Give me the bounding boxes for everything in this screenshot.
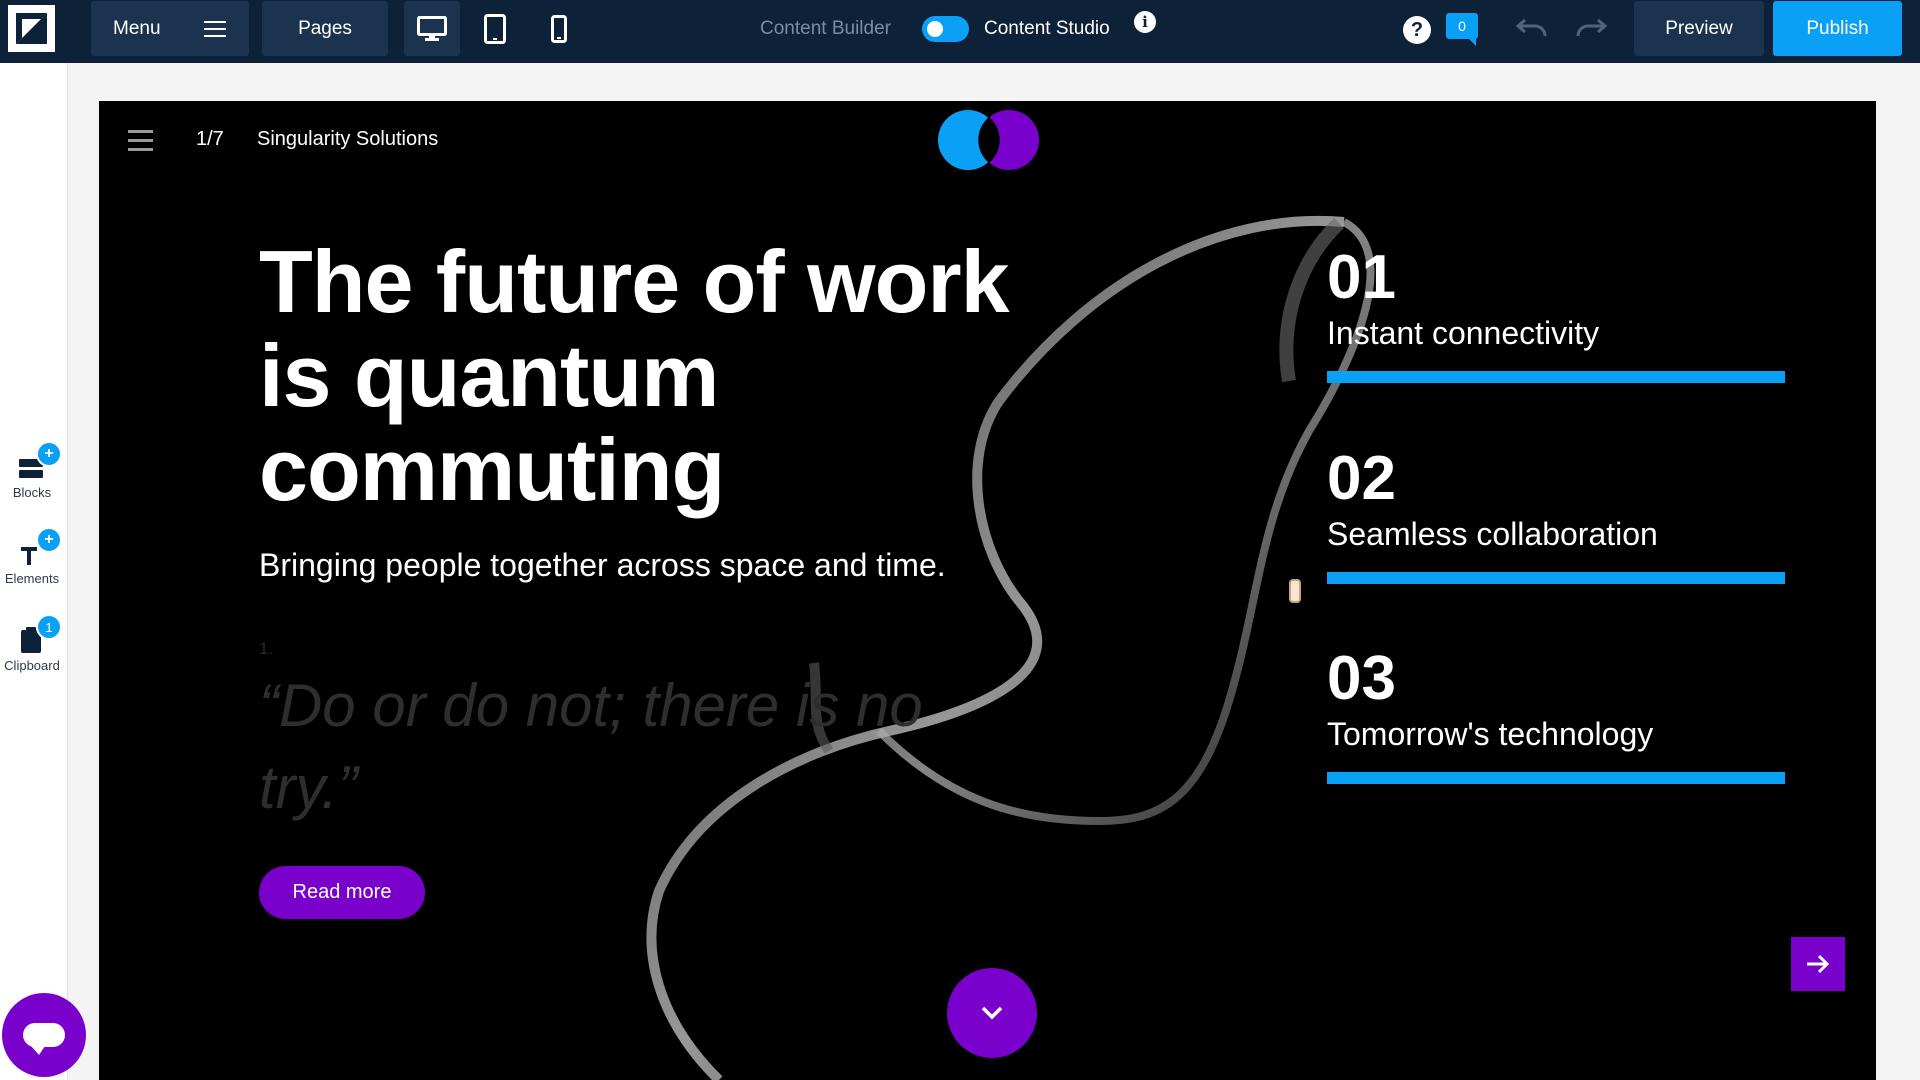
left-sidebar: + Blocks + Elements 1 Clipboard bbox=[0, 63, 68, 1080]
brand-logo-icon[interactable] bbox=[934, 109, 1044, 171]
tablet-icon bbox=[484, 13, 506, 44]
notifications-badge[interactable]: 0 bbox=[1446, 13, 1478, 46]
sidebar-item-label: Elements bbox=[4, 571, 60, 586]
app-logo-icon[interactable] bbox=[8, 5, 55, 52]
page-menu-icon[interactable] bbox=[128, 130, 153, 157]
pages-button[interactable]: Pages bbox=[262, 1, 388, 56]
mobile-icon bbox=[551, 14, 567, 43]
hero-quote[interactable]: “Do or do not; there is no try.” bbox=[259, 665, 979, 829]
hero-subheadline[interactable]: Bringing people together across space an… bbox=[259, 548, 959, 582]
content-builder-label[interactable]: Content Builder bbox=[760, 18, 891, 40]
next-slide-button[interactable] bbox=[1791, 937, 1845, 991]
content-studio-label[interactable]: Content Studio bbox=[984, 18, 1110, 40]
publish-button[interactable]: Publish bbox=[1773, 1, 1902, 56]
undo-icon[interactable] bbox=[1515, 16, 1549, 38]
redo-icon[interactable] bbox=[1574, 16, 1608, 38]
resize-handle[interactable] bbox=[1289, 579, 1301, 603]
arrow-right-icon bbox=[1807, 954, 1830, 974]
feature-number: 02 bbox=[1327, 444, 1396, 513]
feature-number: 03 bbox=[1327, 644, 1396, 713]
count-badge: 1 bbox=[36, 614, 62, 640]
read-more-button[interactable]: Read more bbox=[259, 866, 425, 919]
chevron-down-icon bbox=[981, 1006, 1003, 1020]
feature-title: Seamless collaboration bbox=[1327, 516, 1658, 552]
desktop-view-button[interactable] bbox=[404, 1, 460, 56]
feature-item[interactable]: 02 Seamless collaboration bbox=[1327, 446, 1785, 584]
desktop-icon bbox=[417, 15, 447, 41]
site-name[interactable]: Singularity Solutions bbox=[257, 128, 438, 151]
feature-number: 01 bbox=[1327, 243, 1396, 312]
sidebar-item-clipboard[interactable]: 1 Clipboard bbox=[0, 614, 64, 673]
chat-button[interactable] bbox=[2, 993, 86, 1077]
hero-headline[interactable]: The future of work is quantum commuting bbox=[259, 235, 1019, 517]
help-icon[interactable]: ? bbox=[1403, 16, 1431, 44]
feature-item[interactable]: 01 Instant connectivity bbox=[1327, 245, 1785, 383]
sidebar-item-label: Clipboard bbox=[4, 658, 60, 673]
sidebar-item-label: Blocks bbox=[12, 485, 52, 500]
add-badge: + bbox=[36, 527, 62, 553]
feature-divider bbox=[1327, 772, 1785, 784]
mode-toggle[interactable] bbox=[922, 16, 969, 42]
slide-counter: 1/7 bbox=[196, 128, 224, 150]
sidebar-item-blocks[interactable]: + Blocks bbox=[0, 441, 64, 500]
scroll-down-button[interactable] bbox=[947, 968, 1037, 1058]
feature-title: Instant connectivity bbox=[1327, 315, 1600, 351]
mobile-view-button[interactable] bbox=[531, 1, 587, 56]
pages-label: Pages bbox=[298, 17, 352, 39]
menu-button[interactable]: Menu bbox=[91, 1, 249, 56]
sidebar-item-elements[interactable]: + Elements bbox=[0, 527, 64, 586]
info-icon[interactable]: i bbox=[1134, 11, 1156, 33]
menu-label: Menu bbox=[113, 17, 161, 39]
top-toolbar: Menu Pages Content Builder Content Studi… bbox=[0, 0, 1920, 63]
chat-icon bbox=[23, 1023, 65, 1055]
feature-divider bbox=[1327, 371, 1785, 383]
add-badge: + bbox=[36, 441, 62, 467]
feature-divider bbox=[1327, 572, 1785, 584]
hamburger-icon bbox=[204, 21, 226, 42]
page-canvas[interactable]: 1/7 Singularity Solutions The future of … bbox=[99, 101, 1876, 1080]
toggle-knob bbox=[927, 21, 943, 37]
list-marker: 1. bbox=[259, 639, 274, 658]
feature-title: Tomorrow's technology bbox=[1327, 716, 1654, 752]
preview-button[interactable]: Preview bbox=[1634, 1, 1764, 56]
feature-item[interactable]: 03 Tomorrow's technology bbox=[1327, 646, 1785, 784]
tablet-view-button[interactable] bbox=[467, 1, 523, 56]
